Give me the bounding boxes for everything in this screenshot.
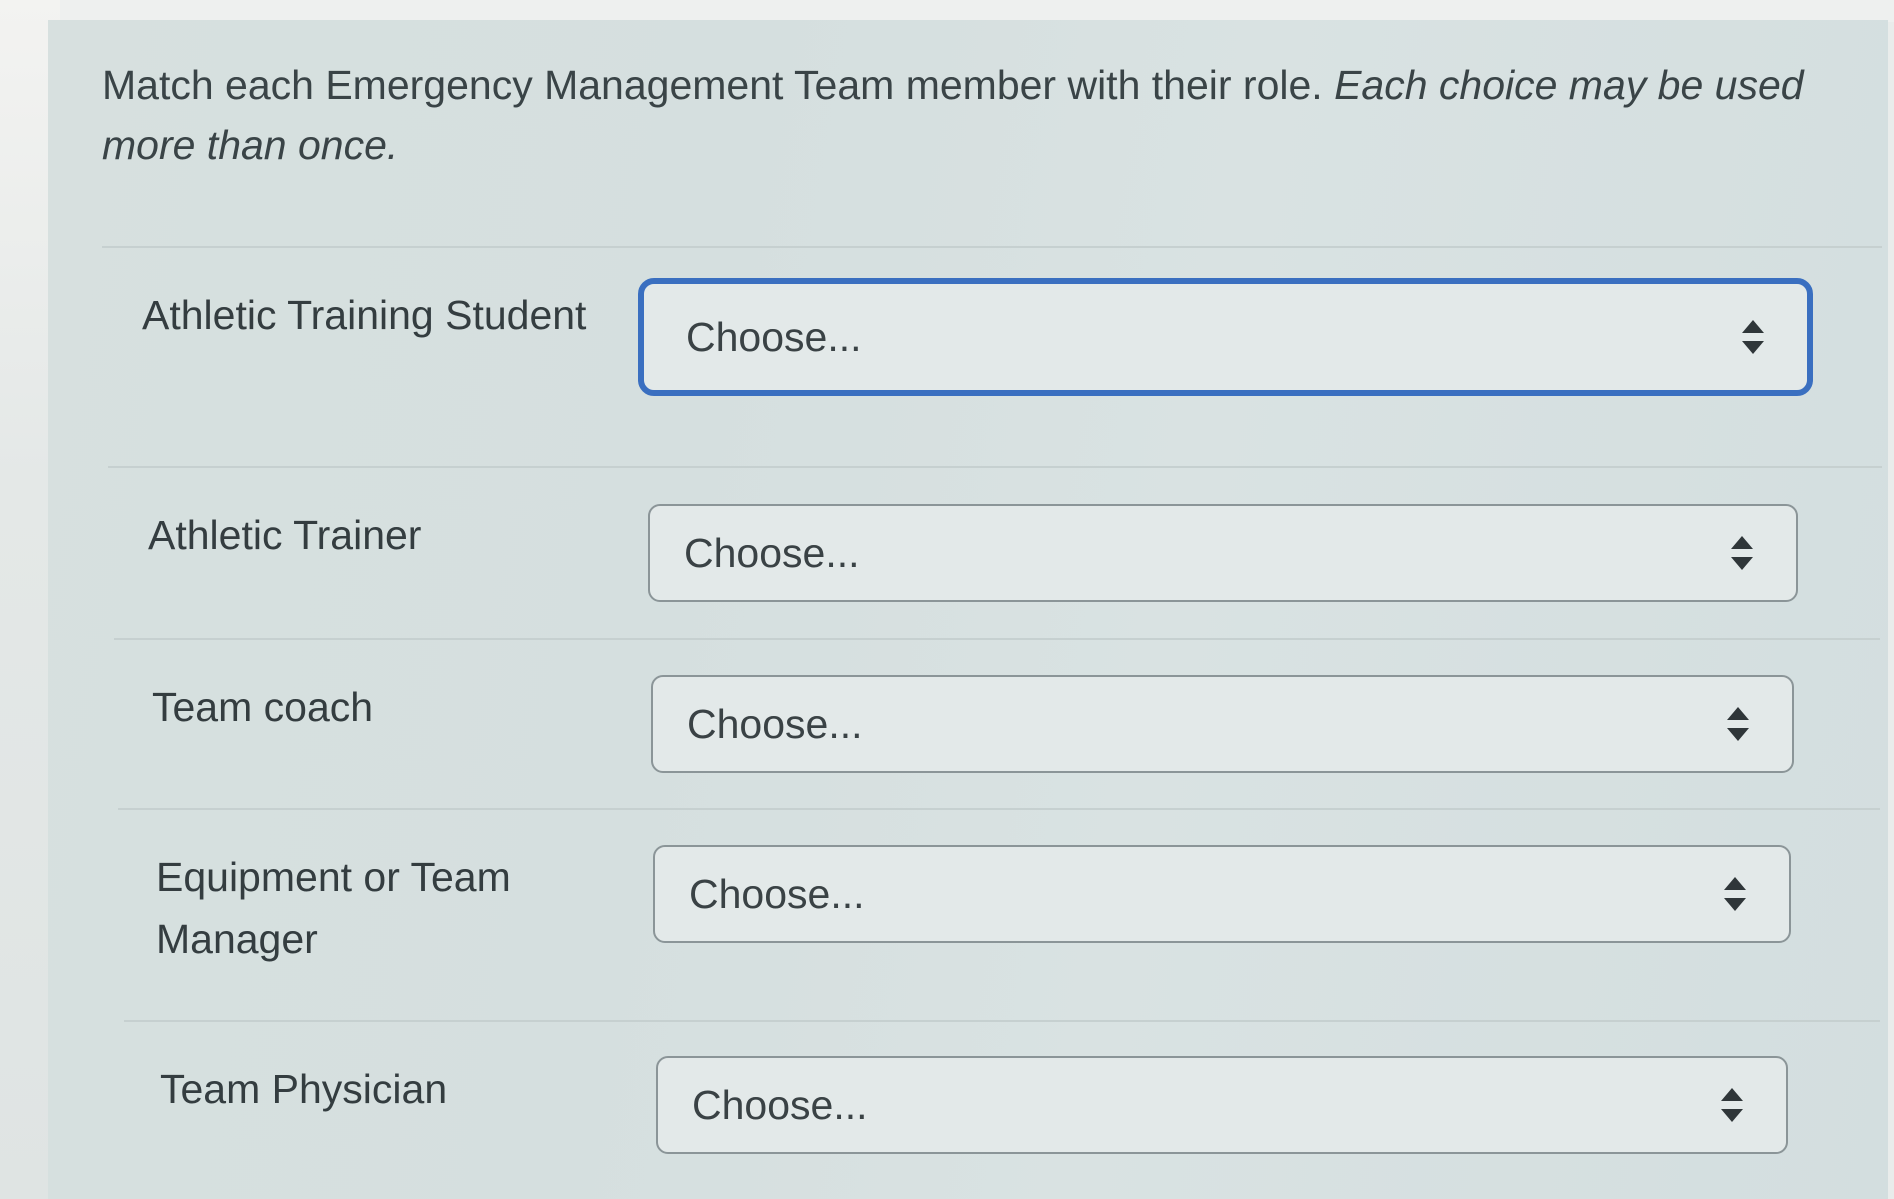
row-divider: [118, 808, 1880, 810]
select-value: Choose...: [692, 1081, 868, 1128]
select-value: Choose...: [689, 870, 865, 917]
member-label-team-physician: Team Physician: [160, 1066, 448, 1112]
up-down-chevron-icon: [1721, 877, 1749, 911]
row-divider: [114, 638, 1880, 640]
role-select-team-coach[interactable]: Choose...: [651, 675, 1794, 773]
role-select-athletic-training-student[interactable]: Choose...: [638, 278, 1813, 396]
role-select-athletic-trainer[interactable]: Choose...: [648, 504, 1798, 602]
up-down-chevron-icon: [1739, 320, 1767, 354]
row-divider: [108, 466, 1882, 468]
top-edge: [0, 0, 1894, 22]
up-down-chevron-icon: [1724, 707, 1752, 741]
select-value: Choose...: [686, 313, 862, 360]
row-divider: [124, 1020, 1880, 1022]
row-divider: [102, 246, 1882, 248]
role-select-team-physician[interactable]: Choose...: [656, 1056, 1788, 1154]
member-label-equipment-or-team-manager: Equipment or Team Manager: [156, 854, 511, 962]
select-value: Choose...: [684, 529, 860, 576]
member-label-athletic-trainer: Athletic Trainer: [148, 512, 422, 558]
question-panel: Match each Emergency Management Team mem…: [48, 20, 1888, 1199]
member-label-team-coach: Team coach: [152, 684, 374, 730]
member-label-athletic-training-student: Athletic Training Student: [142, 292, 587, 338]
up-down-chevron-icon: [1718, 1088, 1746, 1122]
select-value: Choose...: [687, 700, 863, 747]
role-select-equipment-or-team-manager[interactable]: Choose...: [653, 845, 1791, 943]
up-down-chevron-icon: [1728, 536, 1756, 570]
prompt-text: Match each Emergency Management Team mem…: [102, 62, 1335, 108]
question-prompt: Match each Emergency Management Team mem…: [102, 55, 1842, 175]
